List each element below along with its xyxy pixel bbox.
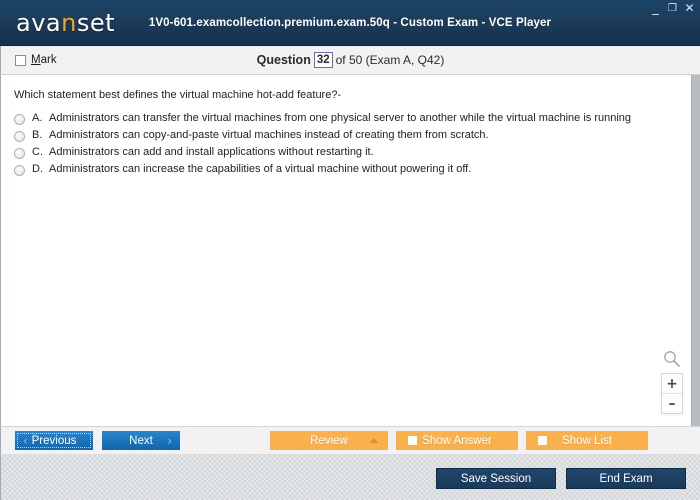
vce-player-window: avanset 1V0-601.examcollection.premium.e… <box>0 0 700 500</box>
show-list-button[interactable]: Show List <box>526 431 648 450</box>
logo-text-b: set <box>76 8 116 37</box>
mark-label-mnemonic: M <box>31 54 41 66</box>
title-bar: avanset 1V0-601.examcollection.premium.e… <box>0 0 700 46</box>
option-text: Administrators can add and install appli… <box>49 146 374 158</box>
answer-option-b[interactable]: B. Administrators can copy-and-paste vir… <box>1 129 700 146</box>
show-list-button-label: Show List <box>562 434 612 447</box>
minimize-icon[interactable]: _ <box>649 2 662 16</box>
option-letter: D. <box>32 163 43 175</box>
answer-options-list: A. Administrators can transfer the virtu… <box>1 112 700 180</box>
option-text: Administrators can copy-and-paste virtua… <box>49 129 489 141</box>
close-icon[interactable]: ✕ <box>683 2 696 16</box>
chevron-right-icon: › <box>167 433 172 448</box>
answer-option-a[interactable]: A. Administrators can transfer the virtu… <box>1 112 700 129</box>
footer-bar: Save Session End Exam <box>0 454 700 500</box>
radio-icon[interactable] <box>14 114 25 125</box>
radio-icon[interactable] <box>14 131 25 142</box>
question-word: Question <box>256 53 311 67</box>
checkbox-icon <box>408 436 417 445</box>
radio-icon[interactable] <box>14 148 25 159</box>
vertical-scrollbar[interactable] <box>691 75 700 426</box>
logo-text-a: ava <box>16 8 62 37</box>
window-controls: _ ❐ ✕ <box>649 2 696 16</box>
maximize-icon[interactable]: ❐ <box>666 3 679 16</box>
question-header-bar: Mark Question 32 of 50 (Exam A, Q42) <box>0 46 700 75</box>
zoom-in-button[interactable]: + <box>662 374 682 394</box>
avanset-logo: avanset <box>16 9 115 37</box>
answer-option-d[interactable]: D. Administrators can increase the capab… <box>1 163 700 180</box>
previous-button[interactable]: ‹ Previous <box>15 431 93 450</box>
zoom-controls: + – <box>660 349 684 414</box>
question-counter-suffix: of 50 (Exam A, Q42) <box>335 53 445 67</box>
question-number-input[interactable]: 32 <box>313 52 333 68</box>
logo-text-n: n <box>61 8 77 37</box>
option-letter: B. <box>32 129 43 141</box>
option-letter: A. <box>32 112 43 124</box>
mark-label-rest: ark <box>40 54 57 66</box>
show-answer-button[interactable]: Show Answer <box>396 431 518 450</box>
mark-checkbox[interactable]: Mark <box>15 54 57 66</box>
radio-icon[interactable] <box>14 165 25 176</box>
mark-checkbox-box[interactable] <box>15 54 26 66</box>
option-letter: C. <box>32 146 43 158</box>
question-stem: Which statement best defines the virtual… <box>14 89 342 101</box>
triangle-up-icon <box>370 438 378 443</box>
review-button[interactable]: Review <box>270 431 388 450</box>
review-button-label: Review <box>310 434 348 447</box>
save-session-button[interactable]: Save Session <box>436 468 556 489</box>
next-button-label: Next <box>129 434 153 447</box>
show-answer-button-label: Show Answer <box>422 434 492 447</box>
previous-button-label: Previous <box>31 434 77 447</box>
magnifier-icon[interactable] <box>662 349 682 369</box>
chevron-left-icon: ‹ <box>23 433 28 448</box>
checkbox-icon <box>538 436 547 445</box>
mark-label: Mark <box>31 54 57 66</box>
option-text: Administrators can transfer the virtual … <box>49 112 632 124</box>
answer-option-c[interactable]: C. Administrators can add and install ap… <box>1 146 700 163</box>
zoom-stack: + – <box>661 373 683 414</box>
question-counter: Question 32 of 50 (Exam A, Q42) <box>1 52 700 68</box>
end-exam-button[interactable]: End Exam <box>566 468 686 489</box>
option-text: Administrators can increase the capabili… <box>49 163 472 175</box>
zoom-out-button[interactable]: – <box>662 394 682 413</box>
question-content-area: Which statement best defines the virtual… <box>0 75 700 426</box>
navigation-toolbar: ‹ Previous Next › Review Show Answer Sho… <box>0 426 700 454</box>
next-button[interactable]: Next › <box>102 431 180 450</box>
